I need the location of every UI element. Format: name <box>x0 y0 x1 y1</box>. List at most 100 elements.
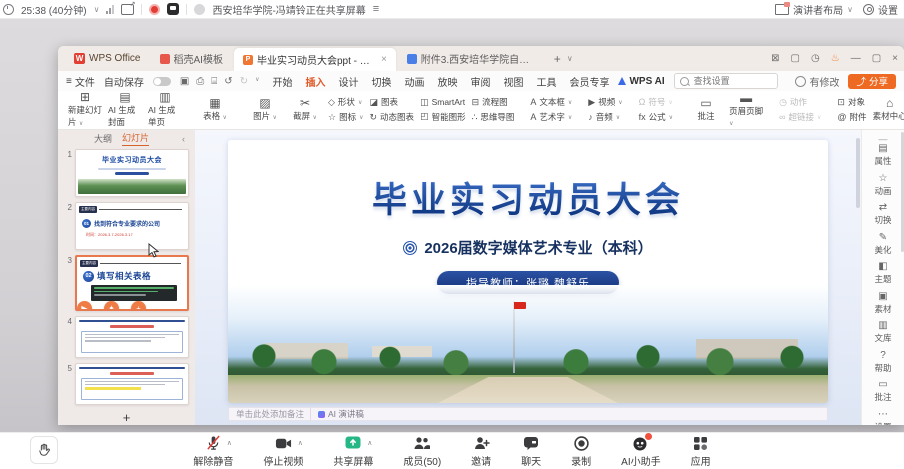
slides-tab[interactable]: 幻灯片 <box>122 131 149 146</box>
flowchart-button[interactable]: ⊟流程图 <box>472 96 515 108</box>
minimize-button[interactable]: — <box>851 53 861 64</box>
screenshot-button[interactable]: ✂截屏 ∨ <box>288 92 322 127</box>
table-button[interactable]: ▦表格 ∨ <box>198 92 232 127</box>
slide-thumbnail-5[interactable]: 5 <box>62 363 189 405</box>
ribbon-tab-home[interactable]: 开始 <box>272 74 292 89</box>
ai-page-button[interactable]: ▥AI 生成单页 <box>148 92 182 127</box>
popout-window-icon[interactable] <box>121 4 134 15</box>
dynamic-chart-button[interactable]: ↻动态图表 <box>370 111 415 123</box>
sidebar-item-library[interactable]: ▥文库 <box>874 321 891 344</box>
recording-indicator-icon[interactable] <box>149 4 160 15</box>
panel-collapse-icon[interactable]: ‹ <box>182 134 185 144</box>
ribbon-tab-review[interactable]: 审阅 <box>470 74 490 89</box>
attachment-button[interactable]: @附件 <box>837 111 866 123</box>
share-options-chevron-icon[interactable]: ∧ <box>367 439 372 447</box>
symbol-button[interactable]: Ω符号∨ <box>639 96 673 108</box>
action-button[interactable]: ◷动作 <box>779 96 821 108</box>
close-button[interactable]: × <box>892 53 898 64</box>
slide-thumbnail-4[interactable]: 4 <box>62 316 189 358</box>
wps-ai-button[interactable]: WPS AI <box>618 76 664 87</box>
meeting-timer[interactable]: 25:38 (40分钟) <box>21 2 87 17</box>
new-tab-button[interactable]: + <box>550 52 565 66</box>
mic-options-chevron-icon[interactable]: ∧ <box>227 439 232 447</box>
share-button[interactable]: ⤴ 分享 <box>848 74 896 89</box>
wps-home-button[interactable]: W WPS Office <box>66 46 149 71</box>
tab-document[interactable]: 附件3.西安培华学院自主分散实习 <box>398 48 548 69</box>
chart-button[interactable]: ◪图表 <box>370 96 415 108</box>
mindmap-button[interactable]: ∴思维导图 <box>472 111 515 123</box>
audio-button[interactable]: ♪音频∨ <box>588 111 622 123</box>
invite-button[interactable]: 邀请 <box>471 435 491 468</box>
sidebar-item-theme[interactable]: ◧主题 <box>874 262 891 285</box>
editing-canvas[interactable]: 毕业实习动员大会 2026届数字媒体艺术专业（本科） 指导教师：张璐 魏舒乐 <box>195 130 861 425</box>
ribbon-tab-design[interactable]: 设计 <box>338 74 358 89</box>
slide-thumbnail-2[interactable]: 2 主要内容 01 找到符合专业要求的公司 时间：2026.3.7-2026.3… <box>62 202 189 250</box>
command-search[interactable] <box>674 73 778 89</box>
video-options-chevron-icon[interactable]: ∧ <box>298 439 303 447</box>
settings-button[interactable]: 设置 <box>863 2 898 17</box>
slide-thumbnail-3-selected[interactable]: 3 主要内容 02 填写相关表格 ▶ ✦ <box>62 255 189 311</box>
shapes-button[interactable]: ◇形状∨ <box>328 96 364 108</box>
notes-bar[interactable]: 单击此处添加备注 AI 演讲稿 <box>228 407 828 421</box>
sidebar-item-assets[interactable]: ▣素材 <box>874 292 891 315</box>
ribbon-tab-slideshow[interactable]: 放映 <box>437 74 457 89</box>
ribbon-tab-insert[interactable]: 插入 <box>305 74 325 89</box>
apps-button[interactable]: 应用 <box>691 435 711 468</box>
history-icon[interactable]: ◷ <box>811 53 820 64</box>
current-slide[interactable]: 毕业实习动员大会 2026届数字媒体艺术专业（本科） 指导教师：张璐 魏舒乐 <box>228 140 828 403</box>
file-menu-button[interactable]: ≡ 文件 <box>66 74 95 89</box>
print-icon[interactable]: ⌸ <box>211 76 217 87</box>
formula-button[interactable]: fx公式∨ <box>639 111 673 123</box>
search-input[interactable] <box>692 75 766 87</box>
ai-script-button[interactable]: AI 演讲稿 <box>310 408 364 420</box>
members-button[interactable]: 成员(50) <box>403 435 441 468</box>
raise-hand-button[interactable] <box>30 436 58 464</box>
ai-assistant-button[interactable]: AI小助手 <box>621 435 660 468</box>
redo-icon[interactable]: ↻ <box>240 76 248 87</box>
tab-docer-template[interactable]: 稻壳AI模板 <box>151 48 232 69</box>
integration-icon[interactable]: ⊠ <box>771 53 779 64</box>
timer-caret-icon[interactable]: ∨ <box>94 5 100 14</box>
tab-close-icon[interactable]: × <box>381 54 387 65</box>
sidebar-item-help[interactable]: ?帮助 <box>874 351 891 374</box>
wordart-button[interactable]: A艺术字∨ <box>530 111 572 123</box>
screen-capture-icon[interactable] <box>167 3 179 15</box>
smart-graphic-button[interactable]: ◰智能图形 <box>420 111 466 123</box>
slide-title[interactable]: 毕业实习动员大会 <box>228 172 828 223</box>
layout-switch-button[interactable]: 演讲者布局 ∨ <box>775 2 853 17</box>
add-slide-button[interactable]: + <box>58 409 195 425</box>
undo-icon[interactable]: ↺ <box>224 76 232 87</box>
quickbar-caret-icon[interactable]: ∨ <box>255 76 259 87</box>
object-button[interactable]: ⊡对象 <box>837 96 866 108</box>
ai-cover-button[interactable]: ▤AI 生成封面 <box>108 92 142 127</box>
ribbon-tab-member[interactable]: 会员专享 <box>569 74 609 89</box>
stop-video-button[interactable]: ∧ 停止视频 <box>263 435 303 468</box>
ribbon-tab-animation[interactable]: 动画 <box>404 74 424 89</box>
record-button[interactable]: 录制 <box>571 435 591 468</box>
thumb-ai-button[interactable]: ✦ <box>104 301 119 311</box>
share-screen-button[interactable]: ∧ 共享屏幕 <box>333 435 373 468</box>
output-icon[interactable]: ⎙ <box>196 76 204 87</box>
outline-tab[interactable]: 大纲 <box>94 132 112 145</box>
asset-center-button[interactable]: ⌂素材中心 <box>873 92 904 127</box>
video-button[interactable]: ▶视频∨ <box>588 96 622 108</box>
notes-placeholder[interactable]: 单击此处添加备注 <box>236 408 304 420</box>
restore-button[interactable]: ▢ <box>872 53 881 64</box>
wps-hotspot-icon[interactable]: ♨ <box>831 53 840 64</box>
slide-subtitle[interactable]: 2026届数字媒体艺术专业（本科） <box>228 237 828 258</box>
tab-presentation-active[interactable]: P 毕业实习动员大会ppt - 副本.pptx × <box>234 48 396 71</box>
sidebar-item-transition[interactable]: ⇄切换 <box>874 203 891 226</box>
chat-button[interactable]: 聊天 <box>521 435 541 468</box>
sidebar-item-comment[interactable]: ▭批注 <box>874 380 891 403</box>
ribbon-tab-view[interactable]: 视图 <box>503 74 523 89</box>
sidebar-item-settings[interactable]: ⋯设置 <box>874 410 891 426</box>
new-slide-button[interactable]: ⊞新建幻灯片 ∨ <box>68 92 102 127</box>
header-footer-button[interactable]: ▬页眉页脚 ∨ <box>729 92 763 127</box>
sidebar-item-beautify[interactable]: ✎美化 <box>874 233 891 256</box>
canvas-scrollbar[interactable] <box>856 138 860 208</box>
unmute-button[interactable]: ∧ 解除静音 <box>193 435 233 468</box>
ribbon-tab-transition[interactable]: 切换 <box>371 74 391 89</box>
sidebar-item-animation[interactable]: ☆动画 <box>874 174 891 197</box>
sharing-list-icon[interactable]: ≡ <box>373 3 379 15</box>
picture-button[interactable]: ▨图片 ∨ <box>248 92 282 127</box>
